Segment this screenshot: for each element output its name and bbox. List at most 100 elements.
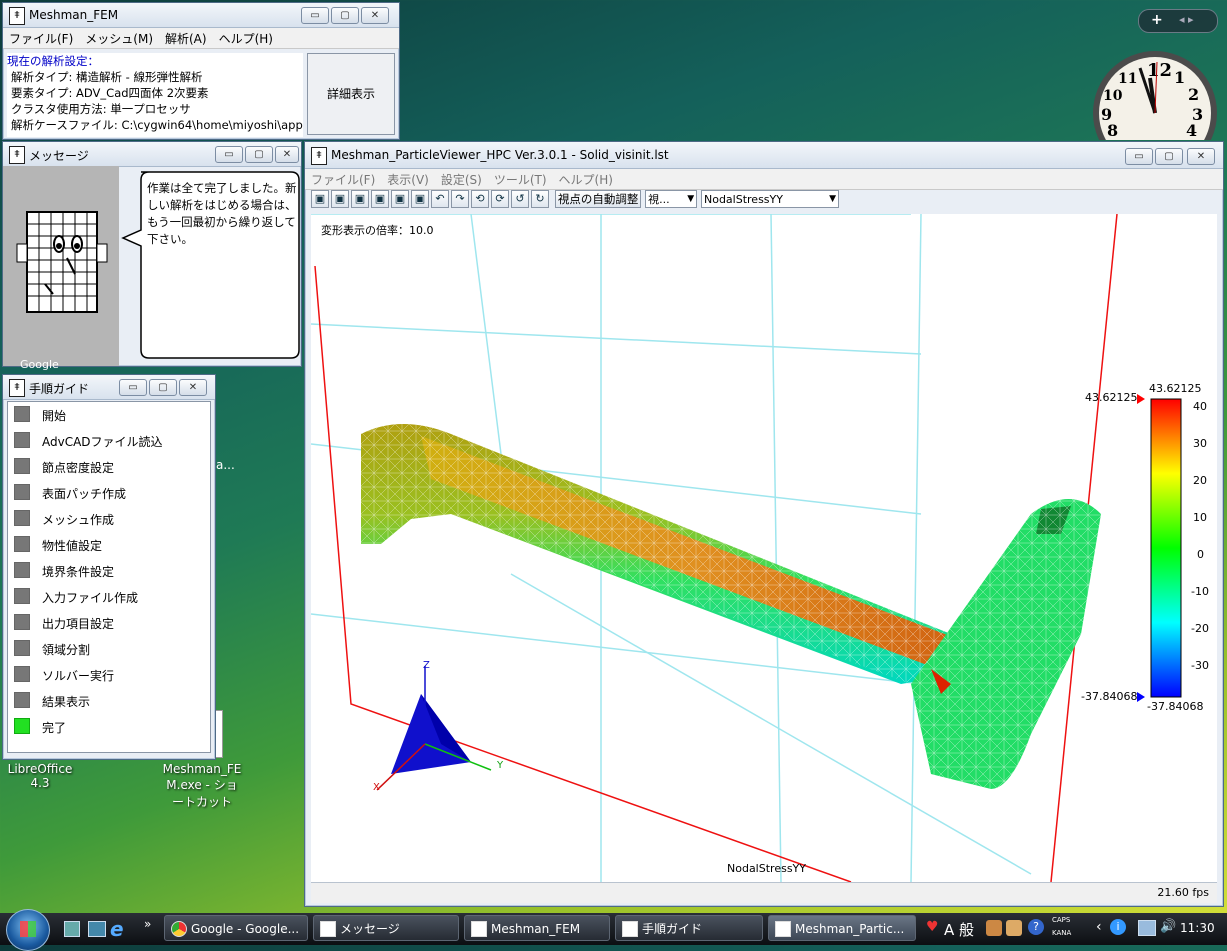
roll-left-icon[interactable]: ↺ (511, 190, 529, 208)
help-icon[interactable]: ? (1028, 919, 1044, 935)
ime-tool-icon[interactable] (986, 920, 1002, 936)
analog-clock: 12 1 2 3 4 8 9 10 11 (1093, 51, 1217, 140)
minimize-button[interactable]: ▭ (301, 7, 329, 24)
view-bottom-icon[interactable]: ▣ (411, 190, 429, 208)
rotate-down-icon[interactable]: ⟳ (491, 190, 509, 208)
window-switcher-icon[interactable] (88, 921, 106, 937)
menu-view[interactable]: 表示(V) (381, 169, 435, 190)
auto-view-button[interactable]: 視点の自動調整 (554, 190, 642, 208)
guide-step[interactable]: ソルバー実行 (8, 662, 210, 688)
field-name-label: NodalStressYY (727, 862, 806, 875)
close-button[interactable]: ✕ (275, 146, 299, 163)
show-desktop-icon[interactable] (64, 921, 80, 937)
menu-help[interactable]: ヘルプ(H) (213, 28, 279, 49)
message-text: 作業は全て完了しました。新しい解析をはじめる場合は、もう一回最初から繰り返して下… (147, 181, 297, 246)
minimize-button[interactable]: ▭ (215, 146, 243, 163)
view-top-icon[interactable]: ▣ (391, 190, 409, 208)
tray-expand-icon[interactable]: ‹ (1096, 919, 1102, 935)
taskbar-button-particle-viewer[interactable]: Meshman_Partic... (768, 915, 916, 941)
view-select[interactable]: 視... ▼ (645, 190, 698, 208)
viewer-titlebar[interactable]: ǂ Meshman_ParticleViewer_HPC Ver.3.0.1 -… (305, 142, 1223, 169)
rotate-left-icon[interactable]: ↶ (431, 190, 449, 208)
field-select[interactable]: NodalStressYY ▼ (700, 190, 839, 208)
taskbar-button-guide[interactable]: 手順ガイド (615, 915, 763, 941)
view-front-icon[interactable]: ▣ (311, 190, 329, 208)
rotate-right-icon[interactable]: ↷ (451, 190, 469, 208)
guide-step[interactable]: 境界条件設定 (8, 558, 210, 584)
chevron-down-icon: ▼ (687, 194, 695, 204)
step-status-icon (14, 640, 30, 656)
add-gadget-icon[interactable]: + (1151, 12, 1163, 28)
guide-step[interactable]: 節点密度設定 (8, 454, 210, 480)
legend-tick: 40 (1193, 400, 1207, 413)
detail-button[interactable]: 詳細表示 (307, 53, 395, 135)
menu-file[interactable]: ファイル(F) (305, 169, 381, 190)
libreoffice-desktop-icon[interactable]: LibreOffice 4.3 (4, 762, 76, 790)
guide-titlebar[interactable]: ǂ 手順ガイド ▭ ▢ ✕ (3, 375, 215, 400)
network-icon[interactable] (1138, 920, 1156, 936)
browser-icon[interactable]: e (110, 917, 124, 941)
guide-list: 開始 AdvCADファイル読込 節点密度設定 表面パッチ作成 メッシュ作成 物性… (7, 401, 211, 753)
guide-step[interactable]: 出力項目設定 (8, 610, 210, 636)
info-icon[interactable]: i (1110, 919, 1126, 935)
taskbar-button-meshman-fem[interactable]: Meshman_FEM (464, 915, 610, 941)
alert-icon[interactable]: ♥ (926, 919, 939, 935)
icon-label: ートカット (171, 795, 232, 809)
guide-step[interactable]: 領域分割 (8, 636, 210, 662)
app-icon (622, 921, 638, 937)
guide-step-complete[interactable]: 完了 (8, 714, 210, 740)
guide-step[interactable]: 開始 (8, 402, 210, 428)
ime-dictionary-icon[interactable] (1006, 920, 1022, 936)
minimize-button[interactable]: ▭ (1125, 148, 1153, 165)
viewer-menubar: ファイル(F) 表示(V) 設定(S) ツール(T) ヘルプ(H) (305, 169, 1223, 190)
guide-step[interactable]: 物性値設定 (8, 532, 210, 558)
chrome-icon (171, 921, 187, 937)
close-button[interactable]: ✕ (179, 379, 207, 396)
taskbar-button-google[interactable]: Google - Google... (164, 915, 308, 941)
fem-titlebar[interactable]: ǂ Meshman_FEM ▭ ▢ ✕ (3, 3, 399, 28)
ime-mode[interactable]: A 般 (944, 919, 974, 940)
clock-9: 9 (1101, 105, 1112, 124)
legend-tick: -10 (1191, 585, 1209, 598)
maximize-button[interactable]: ▢ (331, 7, 359, 24)
gadget-nav-icon[interactable]: ◂ ▸ (1179, 13, 1194, 26)
menu-analysis[interactable]: 解析(A) (159, 28, 213, 49)
step-status-icon (14, 666, 30, 682)
rotate-up-icon[interactable]: ⟲ (471, 190, 489, 208)
guide-step[interactable]: AdvCADファイル読込 (8, 428, 210, 454)
behind-window-text-2: a... (216, 458, 235, 472)
menu-tools[interactable]: ツール(T) (488, 169, 553, 190)
close-button[interactable]: ✕ (1187, 148, 1215, 165)
message-titlebar[interactable]: ǂ メッセージ ▭ ▢ ✕ (3, 142, 301, 167)
taskbar-button-message[interactable]: メッセージ (313, 915, 459, 941)
minimize-button[interactable]: ▭ (119, 379, 147, 396)
maximize-button[interactable]: ▢ (245, 146, 273, 163)
message-window: ǂ メッセージ ▭ ▢ ✕ 作業は全て完了しました。新しい解析をはじめる場合は、… (2, 141, 302, 367)
menu-mesh[interactable]: メッシュ(M) (79, 28, 159, 49)
guide-step[interactable]: 結果表示 (8, 688, 210, 714)
maximize-button[interactable]: ▢ (149, 379, 177, 396)
viewer-toolbar: ▣ ▣ ▣ ▣ ▣ ▣ ↶ ↷ ⟲ ⟳ ↺ ↻ 視点の自動調整 視... ▼ NodalStressYY… (311, 190, 1217, 212)
colorbar (1150, 398, 1182, 698)
clock-time[interactable]: 11:30 (1180, 921, 1215, 935)
render-viewport[interactable]: 変形表示の倍率：10.0 Z Y X 43.62125 -37.84068 43… (311, 214, 1217, 882)
step-status-icon (14, 458, 30, 474)
roll-right-icon[interactable]: ↻ (531, 190, 549, 208)
guide-step[interactable]: 表面パッチ作成 (8, 480, 210, 506)
guide-step[interactable]: メッシュ作成 (8, 506, 210, 532)
menu-settings[interactable]: 設定(S) (435, 169, 488, 190)
taskbar: e » Google - Google... メッセージ Meshman_FEM… (0, 909, 1227, 951)
close-button[interactable]: ✕ (361, 7, 389, 24)
volume-icon[interactable]: 🔊 (1160, 919, 1176, 934)
view-back-icon[interactable]: ▣ (331, 190, 349, 208)
view-right-icon[interactable]: ▣ (371, 190, 389, 208)
menu-help[interactable]: ヘルプ(H) (553, 169, 619, 190)
view-left-icon[interactable]: ▣ (351, 190, 369, 208)
app-icon: ǂ (9, 379, 25, 397)
windows-logo-icon (20, 921, 36, 937)
guide-step[interactable]: 入力ファイル作成 (8, 584, 210, 610)
menu-file[interactable]: ファイル(F) (3, 28, 79, 49)
maximize-button[interactable]: ▢ (1155, 148, 1183, 165)
step-status-icon (14, 510, 30, 526)
quicklaunch-more-icon[interactable]: » (144, 917, 151, 931)
